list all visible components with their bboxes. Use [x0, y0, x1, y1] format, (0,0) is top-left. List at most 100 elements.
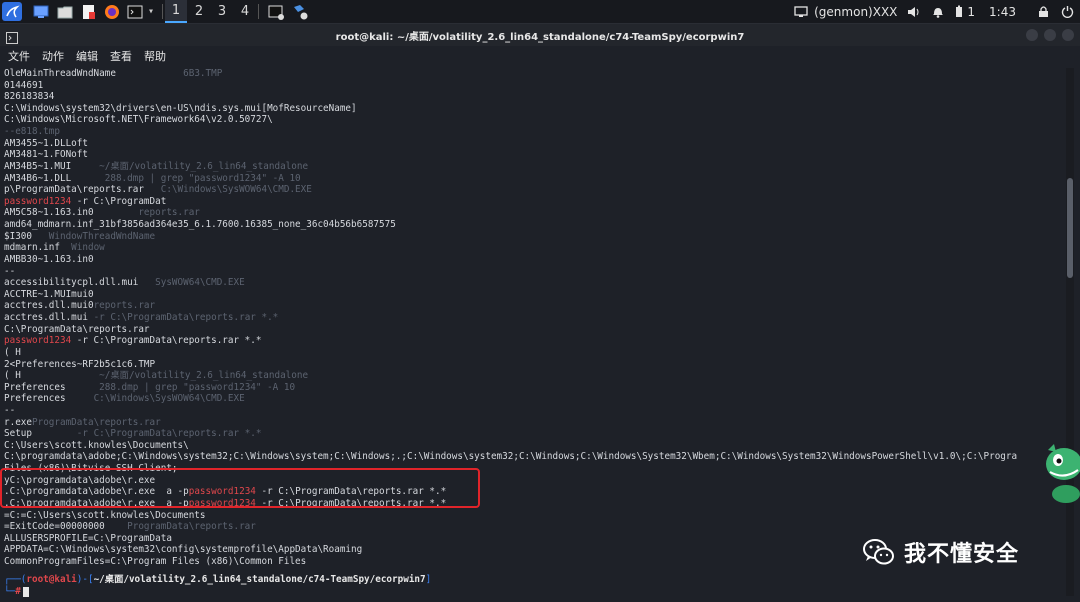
lock-icon[interactable] [1032, 5, 1054, 18]
terminal-ghost-text: --e818.tmp [4, 126, 60, 138]
terminal-ghost-text: C:\Windows\SysWOW64\CMD.EXE [65, 393, 245, 405]
chevron-down-icon[interactable]: ▾ [145, 2, 157, 21]
terminal-ghost-text: ProgramData\reports.rar [104, 521, 256, 533]
scrollbar-thumb[interactable] [1067, 178, 1073, 278]
watermark-text: 我不懂安全 [904, 542, 1020, 567]
window-title: root@kali: ~/桌面/volatility_2.6_lin64_sta… [335, 32, 745, 43]
folder-icon[interactable] [56, 2, 74, 21]
terminal-line: mdmarn.inf Window [4, 242, 105, 254]
prompt-sep: )-[ [76, 574, 94, 585]
system-tray: (genmon)XXX 1 1:43 [790, 0, 1080, 23]
text-editor-icon[interactable] [80, 2, 98, 21]
power-icon[interactable] [1054, 5, 1080, 18]
maximize-button[interactable] [1044, 29, 1056, 41]
terminal-line: --e818.tmp [4, 126, 60, 138]
minimize-button[interactable] [1026, 29, 1038, 41]
notification-count: 1 [967, 4, 976, 19]
terminal-line: C:\ProgramData\reports.rar [4, 324, 150, 336]
terminal-line: password1234 -r C:\ProgramDat [4, 196, 166, 208]
menu-view[interactable]: 查看 [110, 48, 132, 64]
terminal-line-text: AM34B5~1.MUI [4, 160, 72, 172]
menu-file[interactable]: 文件 [8, 48, 30, 64]
panel-separator [258, 4, 259, 19]
scrollbar[interactable] [1066, 68, 1074, 596]
workspace-2[interactable]: 2 [188, 0, 210, 23]
prompt-user: root [26, 574, 49, 585]
terminal-line-text: C:\programdata\adobe;C:\Windows\system32… [4, 451, 1018, 463]
workspace-1[interactable]: 1 [165, 0, 187, 23]
prompt-line-2[interactable]: └─# [4, 586, 29, 598]
volume-icon[interactable] [903, 6, 925, 18]
terminal-line-text: =C:=C:\Users\scott.knowles\Documents [4, 509, 206, 521]
terminal-line: ACCTRE~1.MUImui0 [4, 289, 94, 301]
password-highlight: password1234 [4, 335, 72, 347]
terminal-line-text: Preferences [4, 381, 66, 393]
terminal-line-text: mdmarn.inf [4, 242, 60, 254]
battery-icon[interactable] [951, 5, 967, 18]
close-button[interactable] [1062, 29, 1074, 41]
terminal-line: $I300 WindowThreadWndName [4, 231, 155, 243]
genmon-label[interactable]: (genmon)XXX [814, 5, 897, 19]
terminal-line: OleMainThreadWndName 6B3.TMP [4, 68, 222, 80]
terminal-line-text: acctres.dll.mui [4, 312, 88, 324]
terminal-line: C:\Windows\system32\drivers\en-US\ndis.s… [4, 103, 357, 115]
terminal-line-text: =ExitCode=00000000 [4, 521, 105, 533]
terminal-line: acctres.dll.mui0reports.rar [4, 300, 155, 312]
task-terminal-icon[interactable] [266, 2, 286, 21]
terminal-line-text: -- [4, 404, 16, 416]
workspace-3[interactable]: 3 [211, 0, 233, 23]
terminal-ghost-text: -r C:\ProgramData\reports.rar *.* [87, 312, 279, 324]
terminal-line-text: AM3481~1.FONoft [4, 149, 88, 161]
terminal-line: acctres.dll.mui -r C:\ProgramData\report… [4, 312, 278, 324]
display-icon[interactable] [790, 5, 812, 18]
terminal-line-text: ACCTRE~1.MUImui0 [4, 288, 94, 300]
terminal-line: ( H ~/桌面/volatility_2.6_lin64_standalone [4, 370, 308, 382]
terminal-ghost-text: C:\Windows\SysWOW64\CMD.EXE [143, 184, 312, 196]
kali-menu-icon[interactable] [2, 2, 22, 21]
window-titlebar[interactable]: root@kali: ~/桌面/volatility_2.6_lin64_sta… [0, 24, 1080, 46]
terminal-ghost-text: WindowThreadWndName [32, 230, 156, 242]
terminal-ghost-text: 6B3.TMP [115, 68, 223, 79]
firefox-icon[interactable] [102, 2, 122, 21]
terminal-line: AMBB30~1.163.in0 [4, 254, 94, 266]
workspace-4[interactable]: 4 [234, 0, 256, 23]
terminal-line: =ExitCode=00000000 ProgramData\reports.r… [4, 521, 256, 533]
terminal-launcher-icon[interactable] [126, 2, 144, 21]
terminal-line-text: Setup [4, 428, 32, 440]
prompt-host: kali [54, 574, 77, 585]
task-app-icon[interactable] [290, 2, 310, 21]
menu-edit[interactable]: 编辑 [76, 48, 98, 64]
terminal-line: Preferences 288.dmp | grep "password1234… [4, 382, 295, 394]
terminal-ghost-text: reports.rar [93, 300, 156, 312]
terminal-line-text: accessibilitycpl.dll.mui [4, 277, 139, 289]
terminal-line: 826183834 [4, 91, 54, 103]
bell-icon[interactable] [925, 5, 951, 18]
terminal-ghost-text: 288.dmp | grep "password1234" -A 10 [65, 381, 296, 393]
terminal-line-text: -- [4, 265, 16, 277]
terminal-ghost-text: 288.dmp | grep "password1234" -A 10 [71, 172, 301, 184]
terminal-line: -- [4, 405, 15, 417]
terminal-line-text: CommonProgramFiles=C:\Program Files (x86… [4, 556, 307, 568]
terminal-ghost-text: ProgramData\reports.rar [32, 416, 161, 428]
terminal-line: APPDATA=C:\Windows\system32\config\syste… [4, 544, 362, 556]
terminal-line: 0144691 [4, 80, 43, 92]
menu-help[interactable]: 帮助 [144, 48, 166, 64]
terminal-line-text: acctres.dll.mui0 [4, 300, 94, 312]
clock[interactable]: 1:43 [989, 5, 1016, 19]
prompt-close: ] [425, 574, 432, 585]
menu-action[interactable]: 动作 [42, 48, 64, 64]
terminal-line-text: Preferences [4, 393, 66, 405]
watermark: 我不懂安全 [862, 536, 1019, 568]
terminal-line: =C:=C:\Users\scott.knowles\Documents [4, 510, 206, 522]
terminal-line: amd64_mdmarn.inf_31bf3856ad364e35_6.1.76… [4, 219, 396, 231]
password-highlight: password1234 [4, 195, 72, 207]
terminal-line: CommonProgramFiles=C:\Program Files (x86… [4, 556, 306, 568]
terminal-line-text: AM3455~1.DLLoft [4, 137, 88, 149]
terminal-line-text: ( H [4, 370, 21, 382]
terminal-line-text: APPDATA=C:\Windows\system32\config\syste… [4, 544, 363, 556]
desktop-icon[interactable] [32, 2, 50, 21]
terminal-output[interactable]: OleMainThreadWndName 6B3.TMP 0144691 82618… [4, 68, 1062, 602]
terminal-line: password1234 -r C:\ProgramData\reports.r… [4, 335, 261, 347]
terminal-line: ALLUSERSPROFILE=C:\ProgramData [4, 533, 172, 545]
cursor [22, 586, 29, 597]
